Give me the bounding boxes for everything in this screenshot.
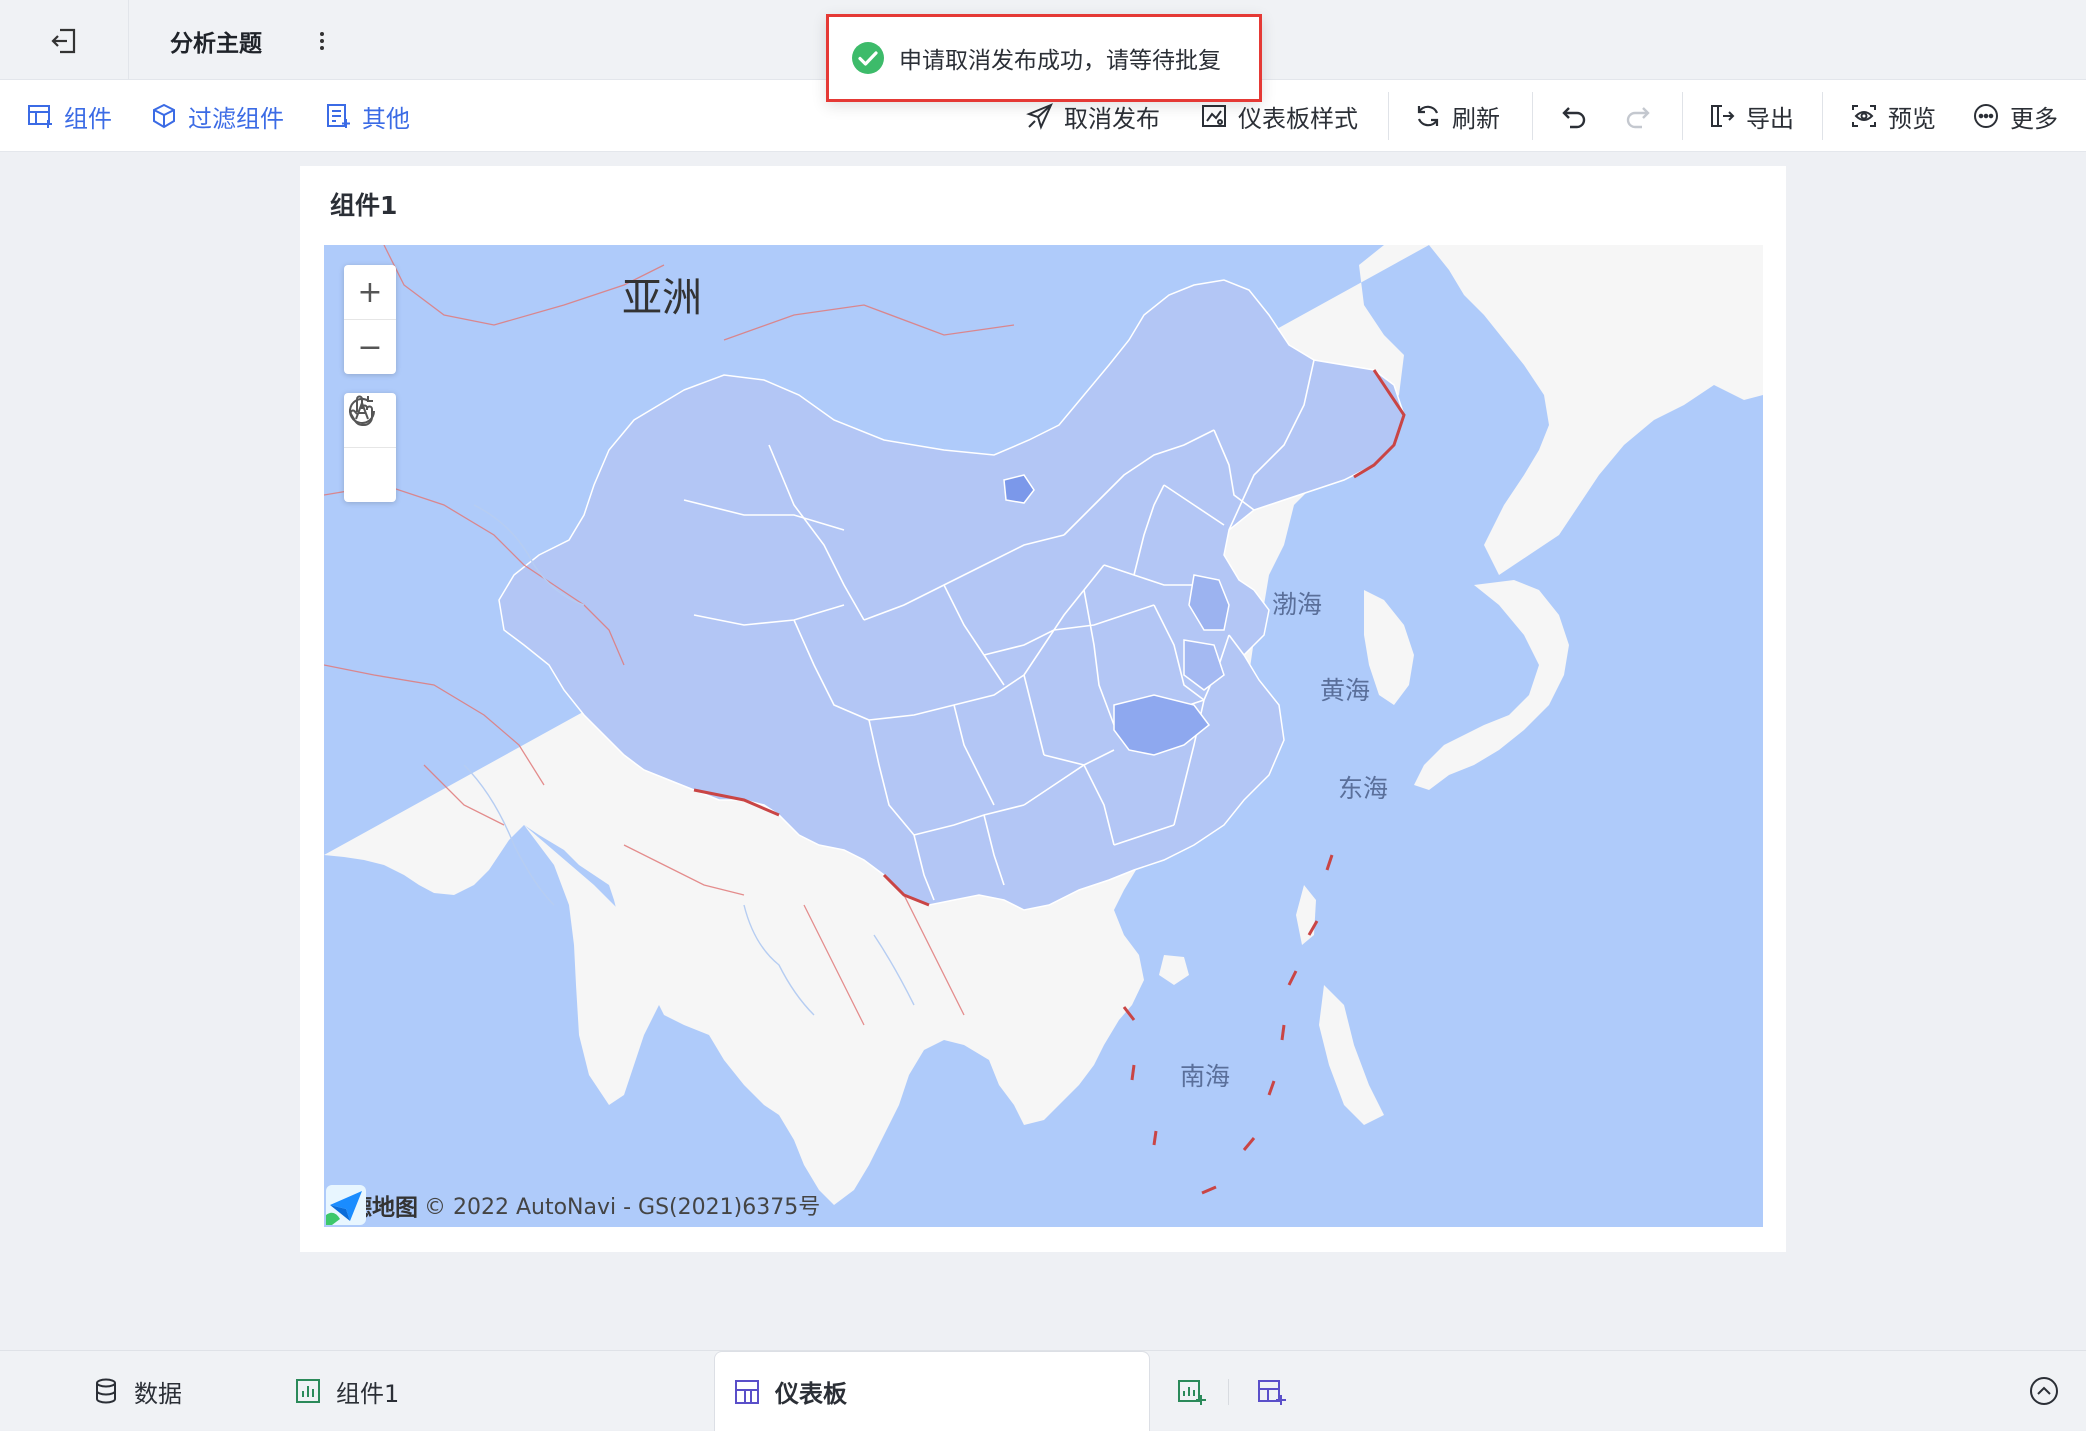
label-asia: 亚洲 xyxy=(622,275,702,321)
hand-pointer-icon xyxy=(349,395,373,426)
dashboard-style-icon xyxy=(1202,105,1226,127)
dashboard-style-label: 仪表板样式 xyxy=(1238,104,1358,133)
filter-component-button[interactable]: 过滤组件 xyxy=(150,80,284,152)
map-tool-control xyxy=(344,393,396,502)
undo-icon xyxy=(1562,107,1586,129)
unpublish-label: 取消发布 xyxy=(1064,104,1160,133)
more-circle-icon xyxy=(1974,104,1998,128)
collapse-up-icon[interactable] xyxy=(2028,1375,2060,1407)
amap-logo-icon xyxy=(326,1185,366,1225)
preview-button[interactable]: 预览 xyxy=(1850,80,1936,152)
map-widget[interactable]: 组件1 亚洲 渤海 黄海 东海 南海 + − 高德地图 © 2022 AutoN… xyxy=(300,166,1786,1252)
tab-component1[interactable]: 组件1 xyxy=(294,1351,399,1431)
success-check-icon xyxy=(851,41,885,75)
tab-data[interactable]: 数据 xyxy=(92,1351,182,1431)
map-view[interactable]: 亚洲 渤海 黄海 东海 南海 + − 高德地图 © 2022 AutoNavi … xyxy=(324,245,1763,1227)
more-vertical-icon[interactable] xyxy=(312,24,332,58)
preview-label: 预览 xyxy=(1888,104,1936,133)
land-philippines xyxy=(1319,985,1384,1125)
widget-title: 组件1 xyxy=(330,191,398,220)
label-bohai: 渤海 xyxy=(1272,590,1323,619)
refresh-button[interactable]: 刷新 xyxy=(1414,80,1500,152)
export-label: 导出 xyxy=(1746,104,1794,133)
success-toast: 申请取消发布成功，请等待批复 xyxy=(826,14,1262,102)
undo-button[interactable] xyxy=(1560,80,1588,152)
toast-message: 申请取消发布成功，请等待批复 xyxy=(899,48,1221,74)
copyright-text: © 2022 AutoNavi - GS(2021)6375号 xyxy=(424,1195,821,1220)
divider xyxy=(1532,92,1533,140)
unpublish-plane-icon xyxy=(1026,103,1053,130)
tab-dashboard[interactable]: 仪表板 xyxy=(714,1351,1150,1431)
land-japan xyxy=(1414,580,1569,790)
component-button[interactable]: 组件 xyxy=(26,80,112,152)
divider xyxy=(1682,92,1683,140)
export-button[interactable]: 导出 xyxy=(1708,80,1794,152)
dashboard-grid-icon xyxy=(735,1379,759,1404)
other-label: 其他 xyxy=(362,104,410,133)
page-title: 分析主题 xyxy=(170,31,262,57)
add-other-icon xyxy=(327,104,350,128)
divider xyxy=(1822,92,1823,140)
tab-dashboard-label: 仪表板 xyxy=(775,1380,847,1408)
zoom-control: + − xyxy=(344,265,396,374)
bar-chart-icon xyxy=(296,1379,320,1403)
database-icon xyxy=(96,1378,116,1404)
land-taiwan xyxy=(1296,885,1316,945)
tab-data-label: 数据 xyxy=(134,1379,182,1408)
divider xyxy=(128,0,129,80)
zoom-out-button[interactable]: − xyxy=(344,319,396,374)
land-korea xyxy=(1364,590,1414,705)
refresh-label: 刷新 xyxy=(1452,104,1500,133)
more-label: 更多 xyxy=(2010,104,2058,133)
component-label: 组件 xyxy=(64,104,112,133)
label-yellow-sea: 黄海 xyxy=(1320,676,1371,705)
add-chart-icon[interactable] xyxy=(1176,1377,1206,1407)
map-graphic xyxy=(324,245,1763,1205)
add-component-icon xyxy=(28,105,52,128)
zoom-in-button[interactable]: + xyxy=(344,265,396,319)
tab-component1-label: 组件1 xyxy=(336,1379,400,1408)
redo-icon xyxy=(1626,107,1650,129)
export-icon xyxy=(1711,105,1735,127)
filter-cube-icon xyxy=(153,103,175,129)
other-button[interactable]: 其他 xyxy=(324,80,410,152)
add-dashboard-icon[interactable] xyxy=(1256,1377,1286,1407)
bottom-tab-bar: 数据 组件1 仪表板 xyxy=(0,1350,2086,1431)
divider xyxy=(1388,92,1389,140)
refresh-icon xyxy=(1417,105,1439,127)
more-button[interactable]: 更多 xyxy=(1972,80,2058,152)
preview-eye-icon xyxy=(1852,105,1876,127)
map-attribution: 高德地图 © 2022 AutoNavi - GS(2021)6375号 xyxy=(326,1185,820,1225)
land-hainan xyxy=(1159,955,1189,985)
label-south-sea: 南海 xyxy=(1180,1062,1231,1091)
filter-component-label: 过滤组件 xyxy=(188,104,284,133)
divider xyxy=(1228,1379,1229,1405)
label-east-sea: 东海 xyxy=(1338,774,1389,803)
exit-icon[interactable] xyxy=(48,24,82,58)
pan-hand-button[interactable] xyxy=(344,395,396,502)
redo-button[interactable] xyxy=(1624,80,1652,152)
